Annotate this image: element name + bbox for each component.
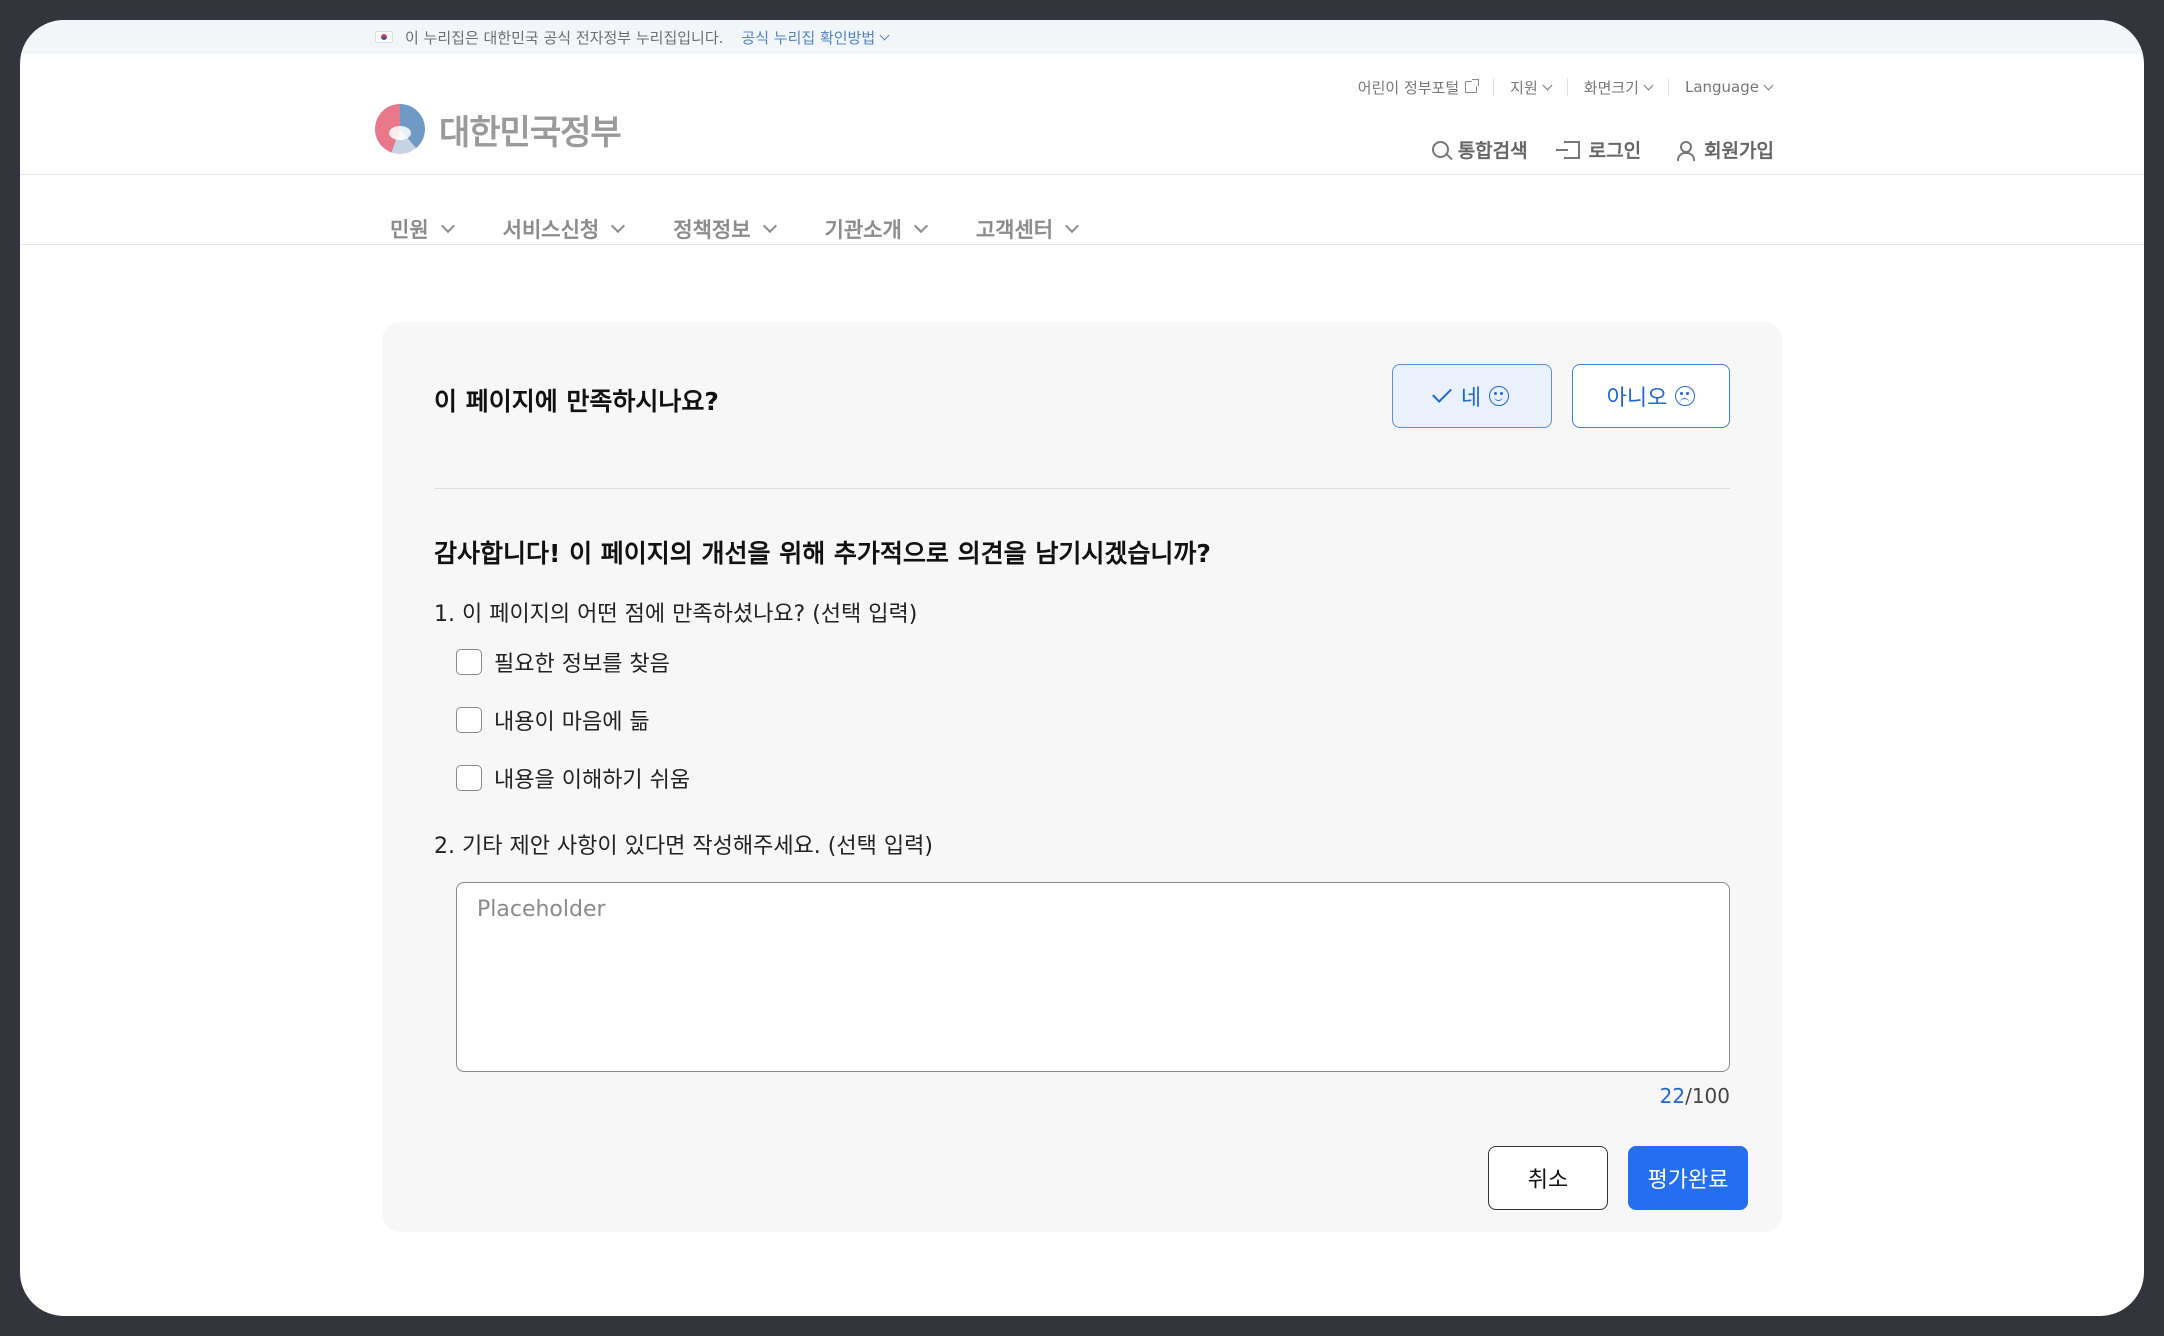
option-label: 내용을 이해하기 쉬움: [494, 768, 691, 793]
cancel-button[interactable]: 취소: [1488, 1146, 1608, 1210]
yes-label: 네: [1460, 386, 1482, 411]
char-count-max: /100: [1685, 1084, 1730, 1108]
option-label: 필요한 정보를 찾음: [494, 652, 670, 677]
utility-language[interactable]: Language: [1667, 78, 1788, 96]
nav-divider: [20, 244, 2144, 245]
option-label: 내용이 마음에 듦: [494, 710, 650, 735]
chevron-down-icon: [1763, 80, 1774, 90]
char-count-current: 22: [1659, 1084, 1686, 1108]
checkbox[interactable]: [456, 765, 482, 791]
nav-item-policy-info[interactable]: 정책정보: [673, 214, 777, 244]
suggestion-textarea[interactable]: [456, 882, 1730, 1072]
question-2-label: 2. 기타 제안 사항이 있다면 작성해주세요. (선택 입력): [434, 834, 933, 859]
question-1-label: 1. 이 페이지의 어떤 점에 만족하셨나요? (선택 입력): [434, 602, 918, 627]
search-icon: [1431, 141, 1449, 158]
action-label: 로그인: [1588, 140, 1642, 162]
login-icon: [1555, 140, 1580, 159]
gov-notice-bar: 이 누리집은 대한민국 공식 전자정부 누리집입니다. 공식 누리집 확인방법: [20, 20, 2144, 54]
feedback-card: 이 페이지에 만족하시나요? 네 아니오 감사합니다! 이 페이지의 개선을 위…: [382, 322, 1782, 1232]
checkbox[interactable]: [456, 649, 482, 675]
header-divider: [20, 174, 2144, 175]
smile-face-icon: [1489, 386, 1510, 406]
main-nav: 민원 서비스신청 정책정보 기관소개 고객센터: [390, 214, 1080, 244]
login-button[interactable]: 로그인: [1555, 136, 1642, 163]
chevron-down-icon: [1542, 80, 1553, 90]
external-link-icon: [1465, 79, 1480, 93]
card-divider: [434, 488, 1730, 489]
option-like-content[interactable]: 내용이 마음에 듦: [456, 704, 650, 736]
utility-label: 지원: [1510, 78, 1538, 97]
nav-label: 서비스신청: [502, 218, 600, 242]
logo-text: 대한민국정부: [439, 112, 622, 153]
integrated-search-button[interactable]: 통합검색: [1431, 136, 1528, 163]
utility-label: 화면크기: [1583, 78, 1639, 97]
submit-rating-button[interactable]: 평가완료: [1628, 1146, 1748, 1210]
nav-item-service-apply[interactable]: 서비스신청: [502, 214, 626, 244]
utility-label: Language: [1684, 78, 1759, 96]
nav-label: 민원: [390, 218, 429, 242]
utility-label: 어린이 정부포털: [1357, 78, 1460, 97]
korea-flag-icon: [375, 31, 393, 43]
action-label: 통합검색: [1457, 140, 1528, 162]
followup-heading: 감사합니다! 이 페이지의 개선을 위해 추가적으로 의견을 남기시겠습니까?: [434, 539, 1211, 568]
taegeuk-logo-icon: [375, 104, 425, 154]
header-actions: 통합검색 로그인 회원가입: [1431, 136, 1774, 163]
sad-face-icon: [1675, 386, 1696, 406]
nav-item-about[interactable]: 기관소개: [824, 214, 928, 244]
chevron-down-icon: [440, 218, 455, 234]
option-easy-understand[interactable]: 내용을 이해하기 쉬움: [456, 762, 690, 794]
no-label: 아니오: [1606, 386, 1668, 411]
char-counter: 22/100: [1660, 1084, 1730, 1108]
utility-screen-size[interactable]: 화면크기: [1566, 78, 1668, 97]
utility-support[interactable]: 지원: [1493, 78, 1567, 97]
utility-links: 어린이 정부포털 지원 화면크기 Language: [1342, 78, 1788, 97]
chevron-down-icon: [879, 30, 890, 40]
option-found-info[interactable]: 필요한 정보를 찾음: [456, 646, 670, 678]
user-add-icon: [1677, 140, 1696, 161]
verify-official-label: 공식 누리집 확인방법: [741, 28, 876, 47]
site-logo[interactable]: 대한민국정부: [375, 104, 622, 154]
nav-label: 고객센터: [975, 218, 1054, 242]
signup-button[interactable]: 회원가입: [1677, 136, 1774, 163]
nav-item-civil-affairs[interactable]: 민원: [390, 214, 455, 244]
chevron-down-icon: [1065, 218, 1080, 234]
chevron-down-icon: [913, 218, 928, 234]
chevron-down-icon: [611, 218, 626, 234]
checkbox[interactable]: [456, 707, 482, 733]
action-label: 회원가입: [1704, 140, 1774, 162]
verify-official-link[interactable]: 공식 누리집 확인방법: [741, 27, 890, 48]
chevron-down-icon: [762, 218, 777, 234]
nav-label: 정책정보: [673, 218, 751, 242]
no-button[interactable]: 아니오: [1572, 364, 1730, 428]
utility-kids-portal[interactable]: 어린이 정부포털: [1342, 78, 1493, 97]
gov-notice-text: 이 누리집은 대한민국 공식 전자정부 누리집입니다.: [405, 28, 724, 47]
nav-item-customer-center[interactable]: 고객센터: [975, 214, 1080, 244]
browser-frame: 이 누리집은 대한민국 공식 전자정부 누리집입니다. 공식 누리집 확인방법 …: [20, 20, 2144, 1316]
yes-button[interactable]: 네: [1392, 364, 1552, 428]
satisfaction-question: 이 페이지에 만족하시나요?: [434, 387, 719, 416]
check-icon: [1431, 383, 1452, 403]
nav-label: 기관소개: [824, 218, 902, 242]
chevron-down-icon: [1643, 80, 1654, 90]
